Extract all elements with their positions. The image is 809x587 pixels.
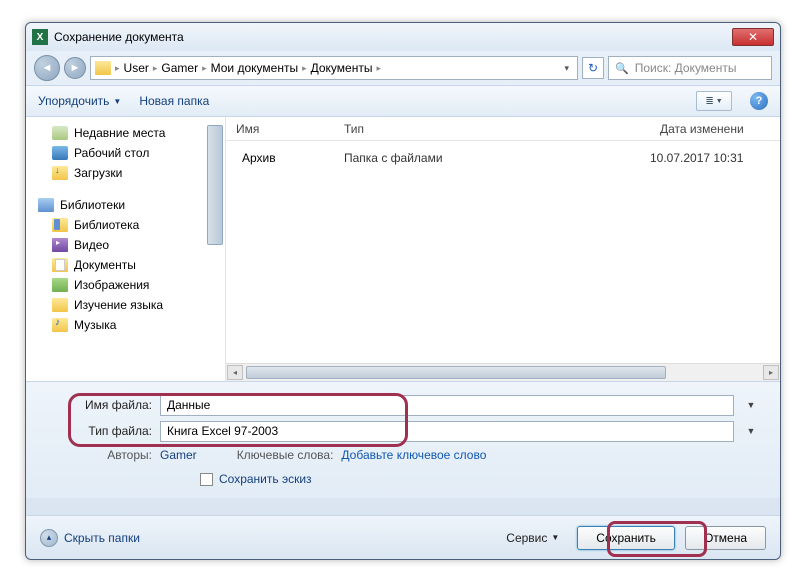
view-mode-button[interactable]: ≣ ▼ [696, 91, 732, 111]
thumbnail-row: Сохранить эскиз [46, 472, 760, 486]
nav-forward-button[interactable]: ► [64, 57, 86, 79]
libraries-icon [38, 198, 54, 212]
sidebar-item-library[interactable]: Библиотека [30, 215, 221, 235]
file-row[interactable]: Архив Папка с файлами10.07.2017 10:31 [226, 147, 780, 169]
breadcrumb[interactable]: Gamer▸ [161, 61, 206, 75]
address-bar[interactable]: ▸ User▸ Gamer▸ Мои документы▸ Документы▸… [90, 56, 578, 80]
sidebar-item-label: Изучение языка [74, 298, 163, 312]
sidebar-item-lang[interactable]: Изучение языка [30, 295, 221, 315]
sidebar-item-label: Недавние места [74, 126, 165, 140]
meta-row: Авторы: Gamer Ключевые слова: Добавьте к… [46, 444, 760, 472]
nav-back-button[interactable]: ◄ [34, 55, 60, 81]
sidebar-scrollbar[interactable] [207, 125, 223, 245]
organize-button[interactable]: Упорядочить▼ [38, 94, 121, 108]
column-name[interactable]: Имя [226, 122, 334, 136]
scrollbar-thumb[interactable] [246, 366, 666, 379]
sidebar-item-label: Загрузки [74, 166, 122, 180]
address-dropdown-icon[interactable]: ▾ [560, 63, 573, 74]
breadcrumb[interactable]: Документы▸ [311, 61, 381, 75]
save-button[interactable]: Сохранить [577, 526, 675, 550]
video-icon [52, 238, 68, 252]
dialog-body: Недавние места Рабочий стол Загрузки Библио… [26, 117, 780, 382]
scroll-right-icon[interactable]: ▸ [763, 365, 779, 380]
music-icon [52, 318, 68, 332]
filetype-label: Тип файла: [46, 424, 152, 438]
filetype-input[interactable]: Книга Excel 97-2003 [160, 421, 734, 442]
titlebar: X Сохранение документа ✕ [26, 23, 780, 51]
cancel-button[interactable]: Отмена [685, 526, 766, 550]
sidebar-item-label: Библиотеки [60, 198, 125, 212]
sidebar: Недавние места Рабочий стол Загрузки Библио… [26, 117, 226, 381]
sidebar-item-label: Изображения [74, 278, 149, 292]
chevron-down-icon: ▼ [113, 97, 121, 106]
pictures-icon [52, 278, 68, 292]
refresh-button[interactable]: ↻ [582, 57, 604, 79]
navbar: ◄ ► ▸ User▸ Gamer▸ Мои документы▸ Докуме… [26, 51, 780, 85]
downloads-icon [52, 166, 68, 180]
sidebar-item-label: Музыка [74, 318, 116, 332]
search-icon: 🔍 [615, 62, 629, 75]
tools-button[interactable]: Сервис▼ [506, 531, 559, 545]
help-button[interactable]: ? [750, 92, 768, 110]
recent-icon [52, 126, 68, 140]
lang-icon [52, 298, 68, 312]
save-dialog-window: X Сохранение документа ✕ ◄ ► ▸ User▸ Gam… [25, 22, 781, 560]
documents-icon [52, 258, 68, 272]
horizontal-scrollbar[interactable]: ◂ ▸ [226, 363, 780, 381]
close-button[interactable]: ✕ [732, 28, 774, 46]
filetype-dropdown-icon[interactable]: ▼ [742, 426, 760, 436]
file-type: Папка с файлами [334, 151, 650, 165]
file-list[interactable]: Архив Папка с файлами10.07.2017 10:31 [226, 141, 780, 363]
keywords-label: Ключевые слова: [237, 448, 334, 462]
form-area: Имя файла: Данные ▼ Тип файла: Книга Exc… [26, 382, 780, 498]
column-date[interactable]: Дата изменени [650, 122, 780, 136]
chevron-right-icon: ▸ [115, 63, 120, 74]
search-placeholder: Поиск: Документы [635, 61, 737, 75]
folder-icon [95, 61, 111, 75]
authors-label: Авторы: [46, 448, 152, 462]
file-name: Архив [242, 151, 276, 165]
chevron-down-icon: ▼ [551, 533, 559, 542]
scroll-left-icon[interactable]: ◂ [227, 365, 243, 380]
sidebar-item-video[interactable]: Видео [30, 235, 221, 255]
sidebar-item-label: Видео [74, 238, 109, 252]
desktop-icon [52, 146, 68, 160]
toolbar: Упорядочить▼ Новая папка ≣ ▼ ? [26, 85, 780, 117]
hide-folders-button[interactable]: ▴ Скрыть папки [40, 529, 140, 547]
thumbnail-checkbox[interactable] [200, 473, 213, 486]
search-input[interactable]: 🔍 Поиск: Документы [608, 56, 772, 80]
column-type[interactable]: Тип [334, 122, 650, 136]
breadcrumb[interactable]: Мои документы▸ [211, 61, 307, 75]
sidebar-item-recent[interactable]: Недавние места [30, 123, 221, 143]
file-list-header: Имя Тип Дата изменени [226, 117, 780, 141]
sidebar-item-label: Документы [74, 258, 136, 272]
sidebar-item-label: Рабочий стол [74, 146, 149, 160]
sidebar-item-music[interactable]: Музыка [30, 315, 221, 335]
sidebar-item-downloads[interactable]: Загрузки [30, 163, 221, 183]
filename-dropdown-icon[interactable]: ▼ [742, 400, 760, 410]
thumbnail-label: Сохранить эскиз [219, 472, 312, 486]
authors-value[interactable]: Gamer [160, 448, 197, 462]
filename-input[interactable]: Данные [160, 395, 734, 416]
breadcrumb[interactable]: User▸ [124, 61, 158, 75]
filename-label: Имя файла: [46, 398, 152, 412]
new-folder-button[interactable]: Новая папка [139, 94, 209, 108]
keywords-value[interactable]: Добавьте ключевое слово [341, 448, 486, 462]
excel-icon: X [32, 29, 48, 45]
filename-row: Имя файла: Данные ▼ [46, 392, 760, 418]
footer: ▴ Скрыть папки Сервис▼ Сохранить Отмена [26, 515, 780, 559]
file-date: 10.07.2017 10:31 [650, 151, 780, 165]
chevron-up-icon: ▴ [40, 529, 58, 547]
filetype-row: Тип файла: Книга Excel 97-2003 ▼ [46, 418, 760, 444]
sidebar-item-desktop[interactable]: Рабочий стол [30, 143, 221, 163]
sidebar-item-documents[interactable]: Документы [30, 255, 221, 275]
library-icon [52, 218, 68, 232]
file-area: Имя Тип Дата изменени Архив Папка с файла… [226, 117, 780, 381]
sidebar-item-libraries[interactable]: Библиотеки [30, 195, 221, 215]
window-title: Сохранение документа [54, 30, 732, 44]
sidebar-item-pictures[interactable]: Изображения [30, 275, 221, 295]
sidebar-item-label: Библиотека [74, 218, 139, 232]
